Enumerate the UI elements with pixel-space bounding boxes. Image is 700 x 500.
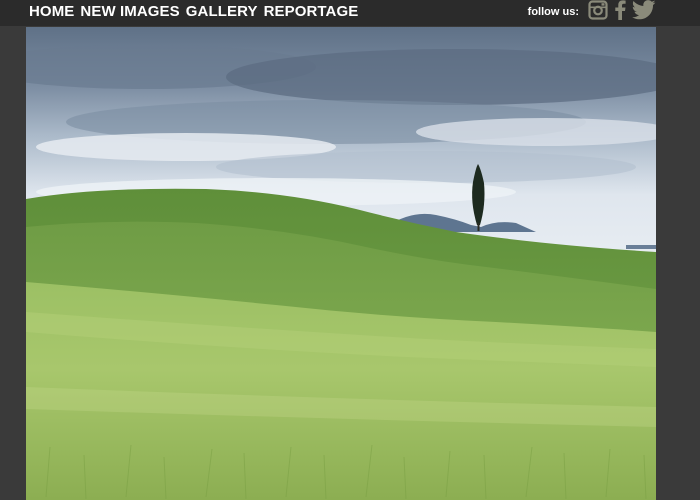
nav-gallery-link[interactable]: GALLERY bbox=[186, 3, 258, 20]
page: HOME NEW IMAGES GALLERY REPORTAGE follow… bbox=[0, 0, 700, 500]
social-links: follow us: bbox=[528, 0, 656, 20]
instagram-icon[interactable] bbox=[588, 0, 608, 20]
nav-home-link[interactable]: HOME bbox=[29, 3, 74, 20]
hero-landscape-photo bbox=[26, 27, 656, 500]
twitter-icon[interactable] bbox=[632, 0, 656, 20]
nav-new-images-link[interactable]: NEW IMAGES bbox=[80, 3, 179, 20]
main-nav: HOME NEW IMAGES GALLERY REPORTAGE bbox=[29, 1, 358, 21]
nav-reportage-link[interactable]: REPORTAGE bbox=[264, 3, 359, 20]
facebook-icon[interactable] bbox=[614, 0, 626, 20]
follow-us-label: follow us: bbox=[527, 6, 579, 18]
landscape-illustration bbox=[26, 27, 656, 500]
top-bar: HOME NEW IMAGES GALLERY REPORTAGE follow… bbox=[0, 0, 700, 26]
